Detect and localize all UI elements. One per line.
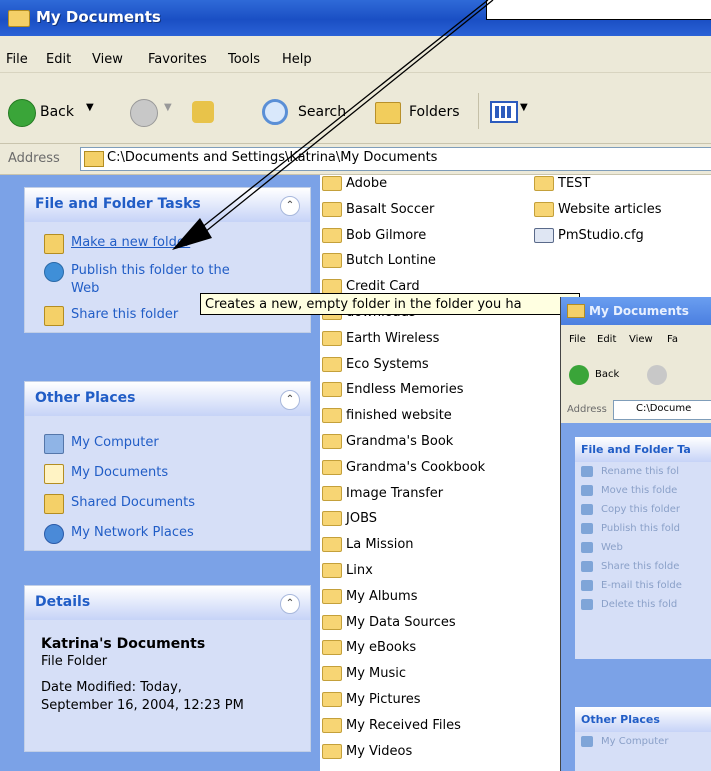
pointer-arrow-annotation [172,0,494,250]
